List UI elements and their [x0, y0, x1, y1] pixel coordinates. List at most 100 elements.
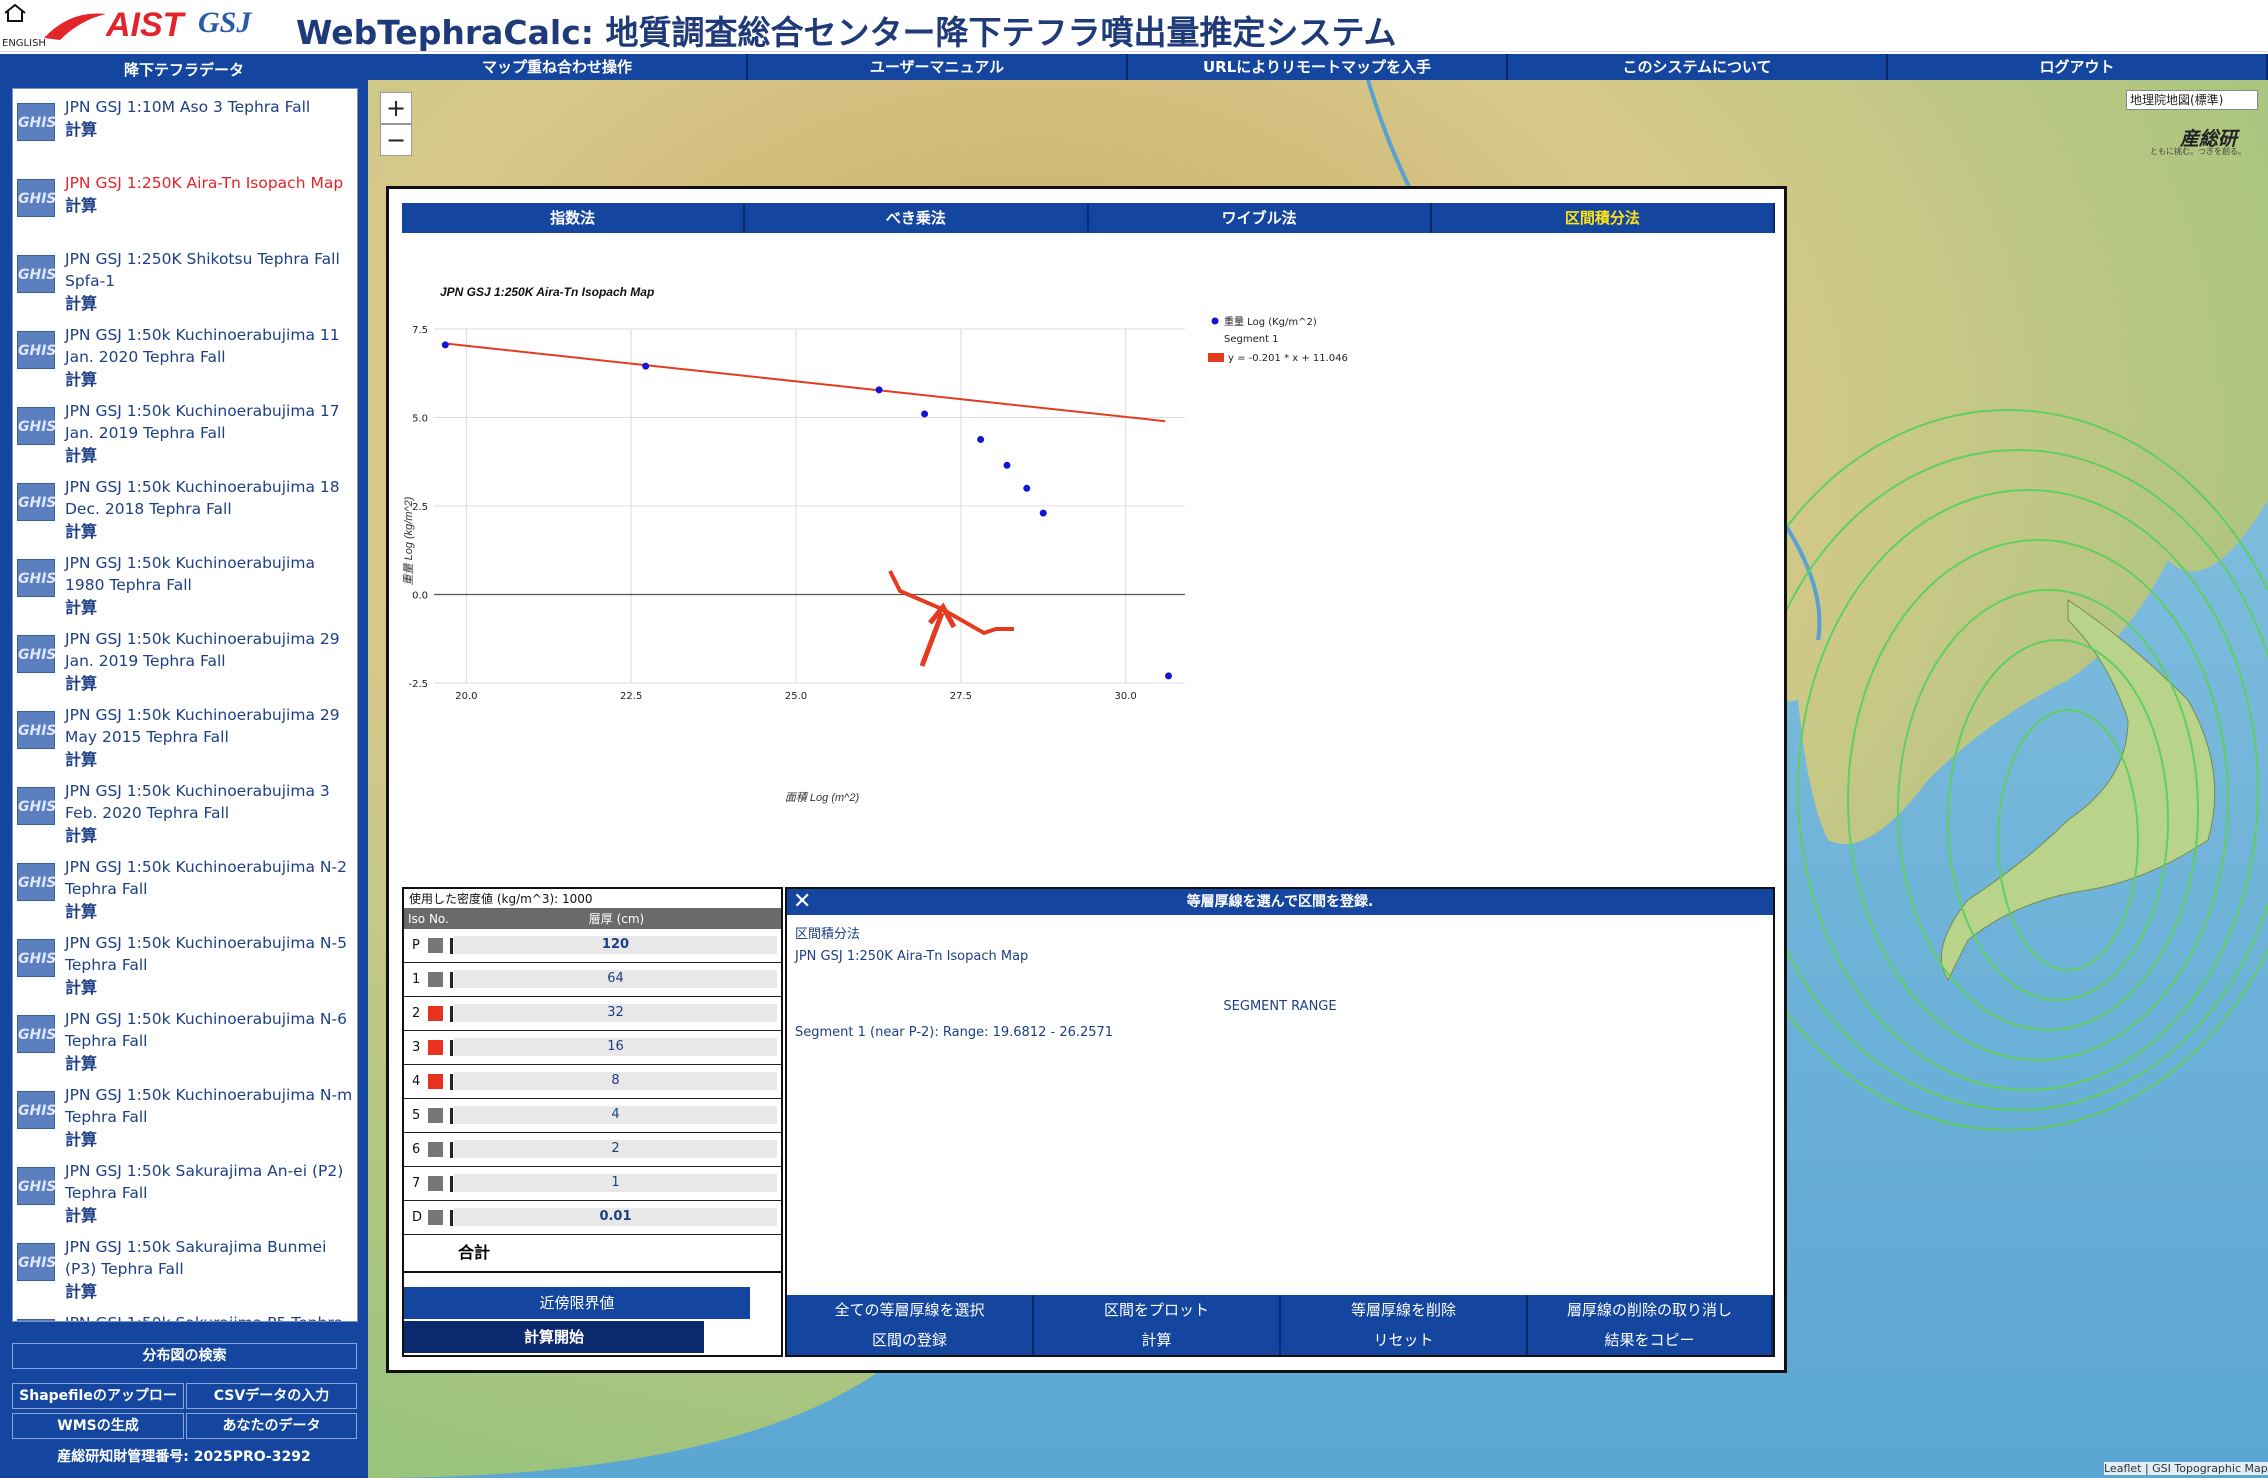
dataset-list[interactable]: GHIS JPN GSJ 1:10M Aso 3 Tephra Fall 計算 GHI… — [12, 88, 358, 1322]
calc-link[interactable]: 計算 — [65, 672, 357, 696]
tab-power-law[interactable]: べき乗法 — [745, 203, 1089, 233]
dataset-title[interactable]: JPN GSJ 1:50k Kuchinoerabujima 17 Jan. 2… — [65, 400, 357, 444]
list-item[interactable]: GHIS JPN GSJ 1:10M Aso 3 Tephra Fall 計算 — [13, 89, 357, 165]
thickness-value[interactable]: 120 — [454, 936, 777, 954]
iso-select-checkbox[interactable] — [428, 972, 443, 987]
thickness-value[interactable]: 16 — [454, 1038, 777, 1056]
thickness-value[interactable]: 64 — [454, 970, 777, 988]
plot-segment-button[interactable]: 区間をプロット — [1034, 1295, 1281, 1325]
distribution-search-button[interactable]: 分布図の検索 — [12, 1343, 357, 1369]
iso-select-checkbox[interactable] — [428, 1142, 443, 1157]
dataset-title[interactable]: JPN GSJ 1:250K Shikotsu Tephra Fall Spfa… — [65, 248, 357, 292]
calc-link[interactable]: 計算 — [65, 194, 357, 218]
undo-delete-button[interactable]: 層厚線の削除の取り消し — [1528, 1295, 1773, 1325]
calculate-button[interactable]: 計算 — [1034, 1325, 1281, 1355]
calc-link[interactable]: 計算 — [65, 1280, 357, 1304]
start-calc-button[interactable]: 計算開始 — [404, 1321, 704, 1353]
your-data-button[interactable]: あなたのデータ — [186, 1413, 357, 1439]
iso-select-checkbox[interactable] — [428, 1006, 443, 1021]
calc-link[interactable]: 計算 — [65, 444, 357, 468]
list-item[interactable]: GHIS JPN GSJ 1:250K Aira-Tn Isopach Map 計算 — [13, 165, 357, 241]
dataset-title[interactable]: JPN GSJ 1:50k Kuchinoerabujima 11 Jan. 2… — [65, 324, 357, 368]
register-segment-button[interactable]: 区間の登録 — [787, 1325, 1034, 1355]
zoom-in-button[interactable]: + — [380, 92, 412, 124]
list-item[interactable]: GHIS JPN GSJ 1:250K Shikotsu Tephra Fall … — [13, 241, 357, 317]
thickness-value[interactable]: 8 — [454, 1072, 777, 1090]
calc-link[interactable]: 計算 — [65, 292, 357, 316]
calc-link[interactable]: 計算 — [65, 976, 357, 1000]
dataset-title[interactable]: JPN GSJ 1:50k Kuchinoerabujima N-5 Tephr… — [65, 932, 357, 976]
calc-link[interactable]: 計算 — [65, 1052, 357, 1076]
map-attribution[interactable]: Leaflet | GSI Topographic Map — [2104, 1462, 2268, 1475]
dataset-title[interactable]: JPN GSJ 1:50k Sakurajima An-ei (P2) Teph… — [65, 1160, 357, 1204]
tab-segment-integration[interactable]: 区間積分法 — [1431, 203, 1775, 233]
dataset-title[interactable]: JPN GSJ 1:50k Sakurajima Bunmei (P3) Tep… — [65, 1236, 357, 1280]
nav-logout[interactable]: ログアウト — [1888, 54, 2268, 80]
list-item[interactable]: GHIS JPN GSJ 1:50k Kuchinoerabujima N-2 T… — [13, 849, 357, 925]
calc-link[interactable]: 計算 — [65, 748, 357, 772]
near-limit-button[interactable]: 近傍限界値 — [404, 1287, 750, 1319]
list-item[interactable]: GHIS JPN GSJ 1:50k Kuchinoerabujima 11 Ja… — [13, 317, 357, 393]
calc-link[interactable]: 計算 — [65, 118, 357, 142]
csv-input-button[interactable]: CSVデータの入力 — [186, 1383, 357, 1409]
dataset-title[interactable]: JPN GSJ 1:50k Kuchinoerabujima N-m Tephr… — [65, 1084, 357, 1128]
reset-button[interactable]: リセット — [1281, 1325, 1528, 1355]
list-item[interactable]: GHIS JPN GSJ 1:50k Kuchinoerabujima 1980 … — [13, 545, 357, 621]
select-all-isopachs-button[interactable]: 全ての等層厚線を選択 — [787, 1295, 1034, 1325]
nav-map-overlay[interactable]: マップ重ね合わせ操作 — [368, 54, 748, 80]
iso-select-checkbox[interactable] — [428, 1210, 443, 1225]
thickness-value[interactable]: 2 — [454, 1140, 777, 1158]
list-item[interactable]: GHIS JPN GSJ 1:50k Sakurajima An-ei (P2) … — [13, 1153, 357, 1229]
iso-select-checkbox[interactable] — [428, 1074, 443, 1089]
list-item[interactable]: GHIS JPN GSJ 1:50k Sakurajima Bunmei (P3)… — [13, 1229, 357, 1305]
iso-select-checkbox[interactable] — [428, 1176, 443, 1191]
close-icon[interactable]: ✕ — [793, 889, 811, 915]
dataset-title[interactable]: JPN GSJ 1:50k Kuchinoerabujima 18 Dec. 2… — [65, 476, 357, 520]
dataset-title[interactable]: JPN GSJ 1:50k Sakurajima P5 Tephra Fall — [65, 1312, 357, 1321]
iso-select-checkbox[interactable] — [428, 1040, 443, 1055]
list-item[interactable]: GHIS JPN GSJ 1:50k Kuchinoerabujima 18 De… — [13, 469, 357, 545]
tab-weibull[interactable]: ワイブル法 — [1088, 203, 1432, 233]
list-item[interactable]: GHIS JPN GSJ 1:50k Kuchinoerabujima N-5 T… — [13, 925, 357, 1001]
tab-exponential[interactable]: 指数法 — [402, 203, 746, 233]
list-item[interactable]: GHIS JPN GSJ 1:50k Kuchinoerabujima 29 Ma… — [13, 697, 357, 773]
shapefile-upload-button[interactable]: Shapefileのアップロード — [12, 1383, 184, 1428]
calc-link[interactable]: 計算 — [65, 596, 357, 620]
nav-remote-map[interactable]: URLによりリモートマップを入手 — [1128, 54, 1508, 80]
calc-link[interactable]: 計算 — [65, 1204, 357, 1228]
delete-isopach-button[interactable]: 等層厚線を削除 — [1281, 1295, 1528, 1325]
iso-select-checkbox[interactable] — [428, 1108, 443, 1123]
iso-select-checkbox[interactable] — [428, 938, 443, 953]
thickness-value[interactable]: 0.01 — [454, 1208, 777, 1226]
list-item[interactable]: GHIS JPN GSJ 1:50k Kuchinoerabujima 3 Feb… — [13, 773, 357, 849]
copy-results-button[interactable]: 結果をコピー — [1528, 1325, 1773, 1355]
dataset-title[interactable]: JPN GSJ 1:50k Kuchinoerabujima N-6 Tephr… — [65, 1008, 357, 1052]
list-item[interactable]: GHIS JPN GSJ 1:50k Kuchinoerabujima 29 Ja… — [13, 621, 357, 697]
calc-link[interactable]: 計算 — [65, 520, 357, 544]
home-icon[interactable] — [3, 3, 27, 23]
segment-heading: 等層厚線を選んで区間を登録. — [1186, 894, 1374, 910]
thickness-value[interactable]: 4 — [454, 1106, 777, 1124]
list-item[interactable]: GHIS JPN GSJ 1:50k Sakurajima P5 Tephra F… — [13, 1305, 357, 1321]
wms-generate-button[interactable]: WMSの生成 — [12, 1413, 184, 1439]
dataset-title[interactable]: JPN GSJ 1:10M Aso 3 Tephra Fall — [65, 96, 357, 118]
dataset-title[interactable]: JPN GSJ 1:50k Kuchinoerabujima 29 Jan. 2… — [65, 628, 357, 672]
list-item[interactable]: GHIS JPN GSJ 1:50k Kuchinoerabujima N-m T… — [13, 1077, 357, 1153]
nav-about[interactable]: このシステムについて — [1508, 54, 1888, 80]
calc-link[interactable]: 計算 — [65, 900, 357, 924]
basemap-select[interactable]: 地理院地図(標準) — [2126, 90, 2258, 110]
thickness-value[interactable]: 1 — [454, 1174, 777, 1192]
nav-user-manual[interactable]: ユーザーマニュアル — [748, 54, 1128, 80]
calc-link[interactable]: 計算 — [65, 824, 357, 848]
zoom-out-button[interactable]: − — [380, 124, 412, 156]
dataset-title[interactable]: JPN GSJ 1:50k Kuchinoerabujima 29 May 20… — [65, 704, 357, 748]
calc-link[interactable]: 計算 — [65, 368, 357, 392]
thickness-value[interactable]: 32 — [454, 1004, 777, 1022]
dataset-title[interactable]: JPN GSJ 1:50k Kuchinoerabujima 1980 Teph… — [65, 552, 357, 596]
list-item[interactable]: GHIS JPN GSJ 1:50k Kuchinoerabujima 17 Ja… — [13, 393, 357, 469]
calc-link[interactable]: 計算 — [65, 1128, 357, 1152]
dataset-title[interactable]: JPN GSJ 1:50k Kuchinoerabujima 3 Feb. 20… — [65, 780, 357, 824]
dataset-title[interactable]: JPN GSJ 1:50k Kuchinoerabujima N-2 Tephr… — [65, 856, 357, 900]
list-item[interactable]: GHIS JPN GSJ 1:50k Kuchinoerabujima N-6 T… — [13, 1001, 357, 1077]
dataset-title[interactable]: JPN GSJ 1:250K Aira-Tn Isopach Map — [65, 172, 357, 194]
